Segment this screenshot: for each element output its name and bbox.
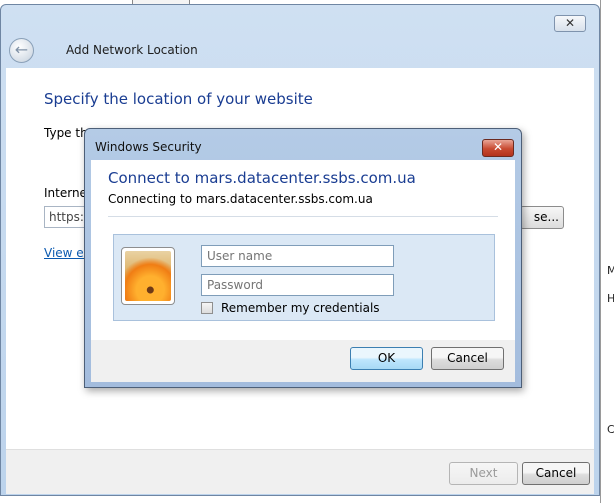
back-button[interactable]: ← <box>9 38 34 63</box>
browse-button[interactable]: se... <box>520 206 564 229</box>
background-letter: M <box>607 264 614 277</box>
background-letter: C <box>607 423 614 436</box>
remember-credentials-label[interactable]: Remember my credentials <box>221 301 380 315</box>
dialog-close-button[interactable]: ✕ <box>482 139 514 157</box>
username-field[interactable] <box>201 245 394 267</box>
next-button[interactable]: Next <box>449 462 518 485</box>
flower-picture-icon <box>125 251 171 301</box>
windows-security-dialog: Windows Security ✕ Connect to mars.datac… <box>84 128 522 388</box>
wizard-footer: Next Cancel <box>6 449 594 494</box>
window-title: Add Network Location <box>66 43 198 57</box>
page-heading: Specify the location of your website <box>44 90 313 108</box>
background-window: M H C <box>600 0 614 503</box>
background-letter: H <box>607 292 614 305</box>
user-avatar <box>121 247 175 305</box>
password-field[interactable] <box>201 274 394 296</box>
ok-button[interactable]: OK <box>350 347 423 370</box>
dialog-content: Connect to mars.datacenter.ssbs.com.ua C… <box>91 160 515 340</box>
wizard-cancel-button[interactable]: Cancel <box>522 462 590 485</box>
close-button[interactable]: ✕ <box>554 15 586 32</box>
connecting-text: Connecting to mars.datacenter.ssbs.com.u… <box>108 192 373 206</box>
instruction-label: Type th <box>44 126 88 140</box>
remember-credentials-checkbox[interactable] <box>201 302 213 314</box>
dialog-body: Connect to mars.datacenter.ssbs.com.ua C… <box>91 160 515 382</box>
dialog-cancel-button[interactable]: Cancel <box>431 347 504 370</box>
dialog-title: Windows Security <box>95 140 202 154</box>
back-arrow-icon: ← <box>14 40 29 59</box>
divider <box>108 216 498 217</box>
credential-panel: Remember my credentials <box>113 234 495 321</box>
connect-heading: Connect to mars.datacenter.ssbs.com.ua <box>108 169 416 187</box>
close-icon: ✕ <box>492 140 504 154</box>
close-icon: ✕ <box>564 16 576 30</box>
